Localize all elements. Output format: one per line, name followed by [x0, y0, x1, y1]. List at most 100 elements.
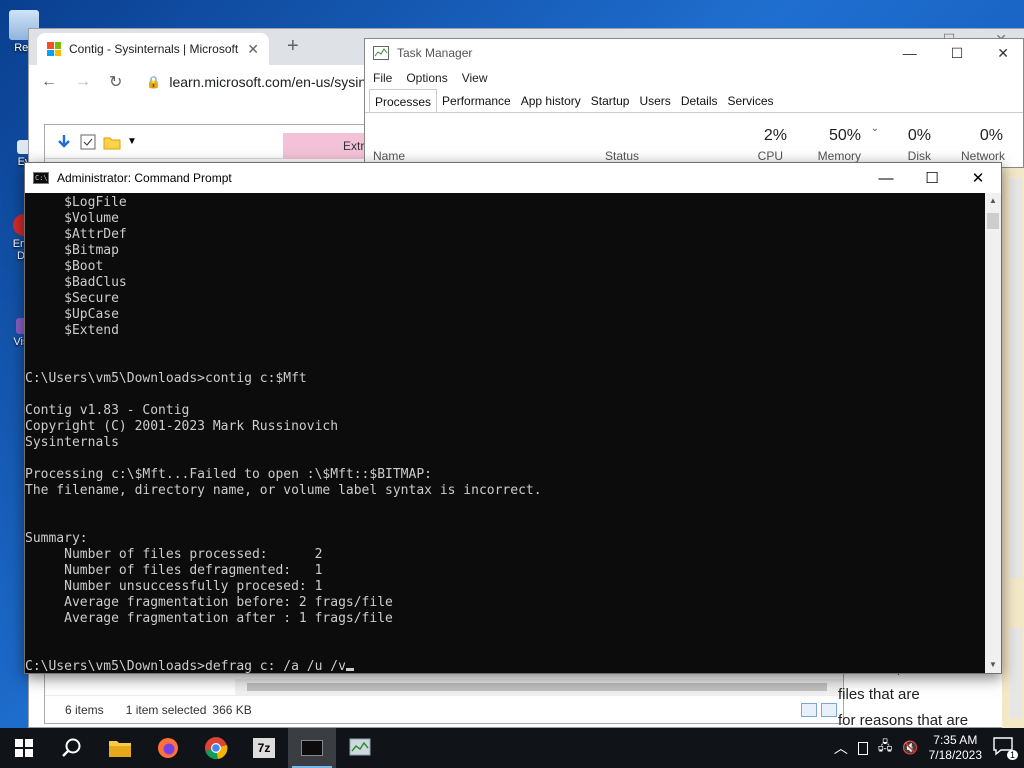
console-line: $LogFile [25, 195, 127, 210]
command-prompt-title: Administrator: Command Prompt [57, 171, 232, 185]
properties-check-icon[interactable] [79, 133, 97, 151]
chevron-up-icon[interactable]: ︿ [834, 738, 848, 758]
console-line: $Extend [25, 323, 119, 338]
tiles-view-icon[interactable] [821, 703, 837, 717]
menu-view[interactable]: View [462, 71, 488, 85]
item-count: 6 items [65, 702, 104, 717]
chrome-icon [205, 737, 228, 760]
taskbar-command-prompt[interactable] [288, 728, 336, 768]
tab-app-history[interactable]: App history [516, 89, 586, 112]
clock-time: 7:35 AM [933, 733, 978, 747]
menu-options[interactable]: Options [406, 71, 447, 85]
search-button[interactable] [48, 728, 96, 768]
console-line: Copyright (C) 2001-2023 Mark Russinovich [25, 419, 339, 434]
console-line: Number unsuccessfully procesed: 1 [25, 579, 323, 594]
reload-icon[interactable]: ↻ [109, 72, 122, 92]
taskbar-task-manager[interactable] [336, 728, 384, 768]
console-line: $Volume [25, 211, 119, 226]
back-icon[interactable]: ← [41, 73, 57, 91]
console-line: $Bitmap [25, 243, 119, 258]
chevron-down-icon[interactable]: ⌄ [871, 123, 879, 134]
tablet-icon[interactable] [857, 741, 868, 755]
command-prompt-titlebar: C:\ Administrator: Command Prompt — ☐ ✕ [25, 163, 1001, 193]
chevron-down-icon[interactable]: ▼ [127, 136, 137, 147]
memory-percent: 50% [828, 127, 861, 144]
tab-details[interactable]: Details [676, 89, 723, 112]
taskbar-7zip[interactable]: 7z [240, 728, 288, 768]
close-tab-icon[interactable]: ✕ [247, 41, 259, 58]
task-manager-icon [349, 738, 371, 756]
notification-count: 1 [1006, 750, 1018, 760]
folder-icon [109, 741, 131, 757]
taskbar-file-explorer[interactable] [96, 728, 144, 768]
console-output[interactable]: $LogFile $Volume $AttrDef $Bitmap $Boot … [25, 193, 985, 673]
column-status[interactable]: Status [605, 149, 639, 163]
system-tray: ︿ 🖧 🔇 7:35 AM 7/18/2023 1 [834, 733, 1024, 763]
maximize-icon[interactable]: ☐ [909, 163, 955, 193]
tab-users[interactable]: Users [634, 89, 675, 112]
tab-services[interactable]: Services [723, 89, 779, 112]
folder-icon[interactable] [103, 133, 121, 151]
view-mode-buttons [801, 703, 837, 717]
start-button[interactable] [0, 728, 48, 768]
volume-muted-icon[interactable]: 🔇 [902, 740, 918, 756]
clock[interactable]: 7:35 AM 7/18/2023 [929, 733, 982, 763]
minimize-icon[interactable]: — [863, 163, 909, 193]
cpu-percent: 2% [763, 127, 787, 144]
console-line: $UpCase [25, 307, 119, 322]
console-line: C:\Users\vm5\Downloads>contig c:$Mft [25, 371, 307, 386]
forward-icon[interactable]: → [75, 73, 91, 91]
scroll-down-icon[interactable]: ▼ [985, 657, 1001, 673]
network-icon[interactable]: 🖧 [878, 737, 893, 759]
scrollbar-thumb[interactable] [987, 213, 999, 229]
console-scrollbar[interactable]: ▲ ▼ [985, 193, 1001, 673]
new-tab-button[interactable]: + [287, 35, 299, 58]
minimize-icon[interactable]: — [903, 45, 917, 62]
close-icon[interactable]: ✕ [997, 45, 1009, 62]
taskbar-firefox[interactable] [144, 728, 192, 768]
selection-count: 1 item selected [125, 702, 207, 717]
text-cursor [345, 668, 354, 671]
task-manager-titlebar: Task Manager — ☐ ✕ [365, 39, 1023, 67]
command-prompt-window: C:\ Administrator: Command Prompt — ☐ ✕ … [24, 162, 1002, 674]
maximize-icon[interactable]: ☐ [951, 45, 964, 62]
selection-size: 366 KB [212, 702, 252, 717]
console-line: $BadClus [25, 275, 127, 290]
firefox-icon [158, 738, 178, 758]
lock-icon: 🔒 [146, 75, 162, 89]
column-disk[interactable]: Disk [908, 149, 931, 163]
background-page-scrollbar [1002, 168, 1024, 728]
close-icon[interactable]: ✕ [955, 163, 1001, 193]
scroll-up-icon[interactable]: ▲ [985, 193, 1001, 209]
browser-tab[interactable]: Contig - Sysinternals | Microsoft ✕ [37, 33, 269, 65]
task-manager-menu: File Options View [365, 67, 1023, 89]
tab-startup[interactable]: Startup [586, 89, 635, 112]
disk-percent: 0% [907, 127, 931, 144]
horizontal-scrollbar[interactable] [235, 679, 843, 695]
desktop: Rec Ev Emb Do Visu Contig - Sysinternals… [0, 0, 1024, 728]
taskbar: 7z ︿ 🖧 🔇 7:35 AM 7/18/2023 1 [0, 728, 1024, 768]
tab-performance[interactable]: Performance [437, 89, 516, 112]
console-line: $AttrDef [25, 227, 127, 242]
console-line: Number of files defragmented: 1 [25, 563, 323, 578]
console-line: $Secure [25, 291, 119, 306]
network-percent: 0% [979, 127, 1003, 144]
column-network[interactable]: Network [961, 149, 1005, 163]
task-manager-tabs: Processes Performance App history Startu… [365, 89, 1023, 113]
taskbar-chrome[interactable] [192, 728, 240, 768]
menu-file[interactable]: File [373, 71, 392, 85]
column-memory[interactable]: Memory [818, 149, 861, 163]
details-view-icon[interactable] [801, 703, 817, 717]
notification-center-button[interactable]: 1 [992, 736, 1018, 760]
tab-processes[interactable]: Processes [369, 89, 438, 112]
console-line: Average fragmentation before: 2 frags/fi… [25, 595, 393, 610]
download-arrow-icon[interactable] [55, 133, 73, 151]
console-line: Processing c:\$Mft...Failed to open :\$M… [25, 467, 432, 482]
column-name[interactable]: Name [373, 149, 405, 163]
column-cpu[interactable]: CPU [758, 149, 783, 163]
